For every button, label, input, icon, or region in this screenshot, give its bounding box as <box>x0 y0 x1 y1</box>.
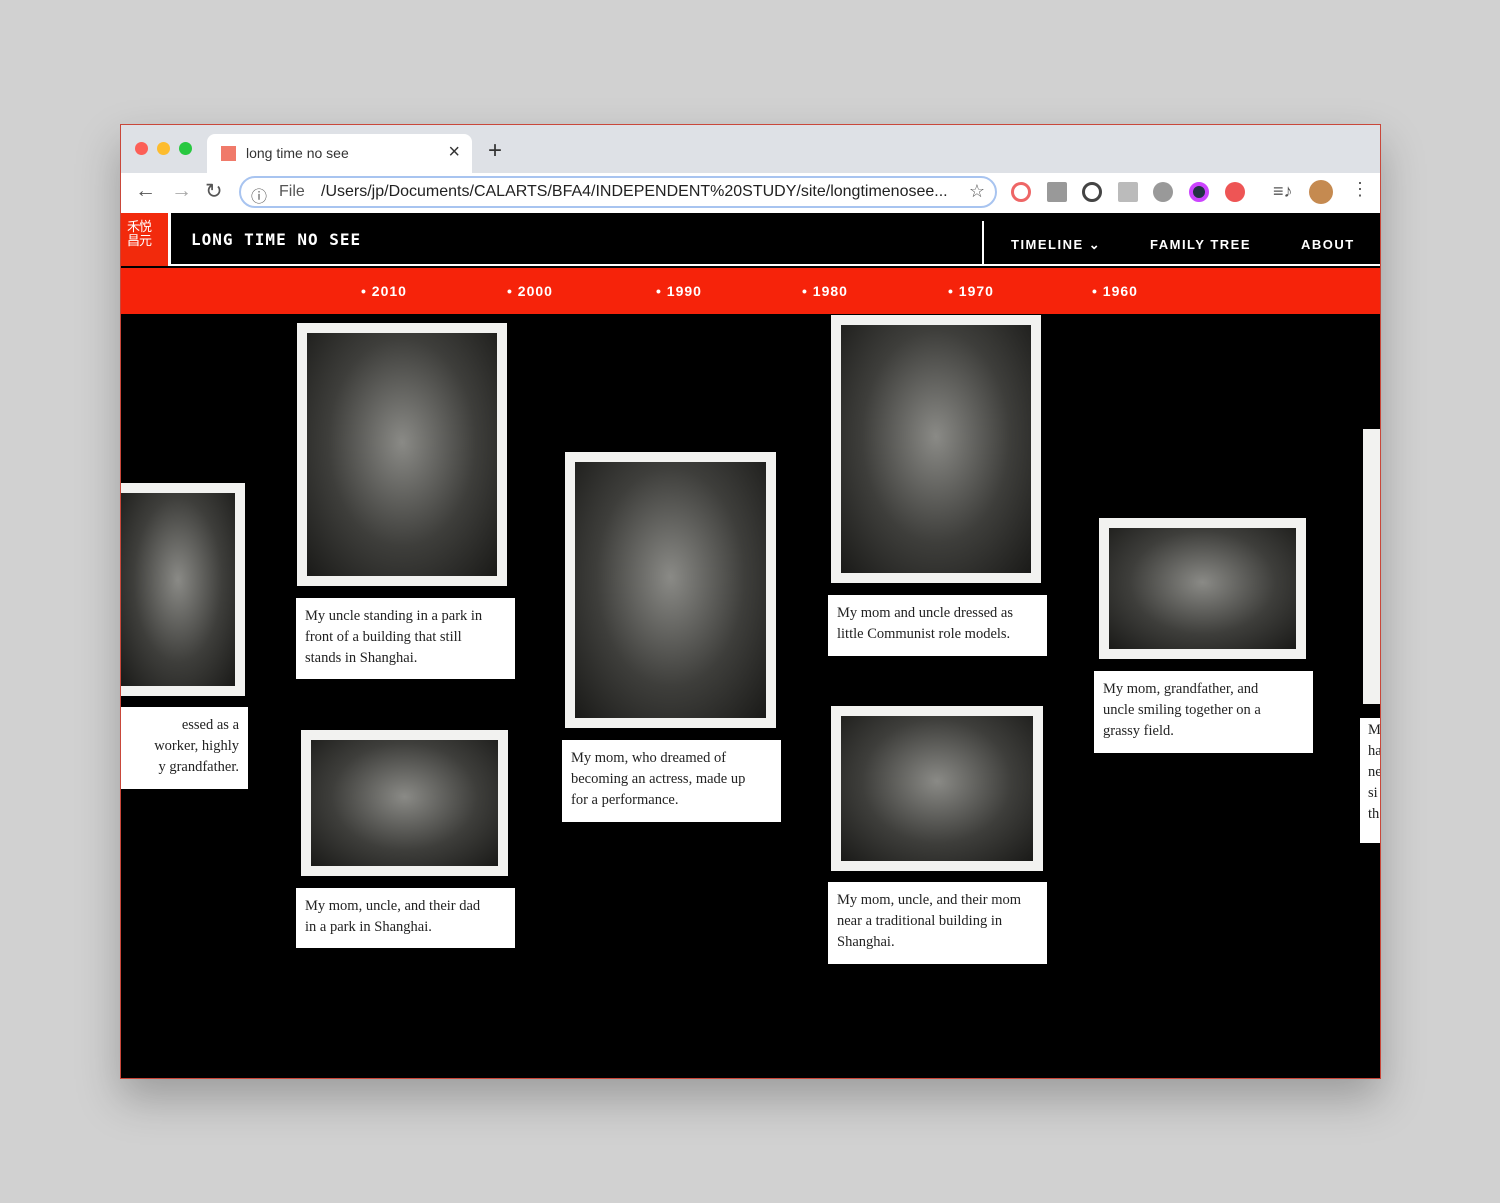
photo-caption: My mom, uncle, and their dad in a park in… <box>296 888 515 948</box>
decade-1990[interactable]: • 1990 <box>656 283 702 299</box>
decade-2010[interactable]: • 2010 <box>361 283 407 299</box>
color-picker-icon[interactable] <box>1189 182 1209 202</box>
photo[interactable] <box>831 706 1043 871</box>
nav-family-tree[interactable]: FAMILY TREE <box>1150 237 1251 252</box>
close-tab-icon[interactable]: × <box>448 141 460 164</box>
browser-tab[interactable]: long time no see × <box>207 134 472 173</box>
photo[interactable] <box>297 323 507 586</box>
extension-icon[interactable] <box>1118 182 1138 202</box>
site-title[interactable]: LONG TIME NO SEE <box>191 230 361 249</box>
photo-caption: essed as a worker, highly y grandfather. <box>121 707 248 789</box>
address-bar[interactable]: ⓘ File /Users/jp/Documents/CALARTS/BFA4/… <box>239 176 997 208</box>
divider <box>982 221 984 266</box>
decade-1970[interactable]: • 1970 <box>948 283 994 299</box>
photo[interactable] <box>121 483 245 696</box>
photo-caption: My mom and uncle dressed as little Commun… <box>828 595 1047 656</box>
photo-caption: Mha ne si th <box>1360 718 1380 843</box>
decade-nav: • 2010 • 2000 • 1990 • 1980 • 1970 • 196… <box>121 268 1380 314</box>
photo[interactable] <box>1099 518 1306 659</box>
photo[interactable] <box>301 730 508 876</box>
info-icon[interactable]: ⓘ <box>251 183 267 207</box>
photo-caption: My mom, grandfather, and uncle smiling to… <box>1094 671 1313 753</box>
new-tab-icon[interactable]: + <box>488 137 502 165</box>
decade-2000[interactable]: • 2000 <box>507 283 553 299</box>
photo-caption: My mom, who dreamed of becoming an actres… <box>562 740 781 822</box>
url-text: /Users/jp/Documents/CALARTS/BFA4/INDEPEN… <box>321 183 948 200</box>
maximize-window-button[interactable] <box>179 142 192 155</box>
photo-caption: My mom, uncle, and their mom near a tradi… <box>828 882 1047 964</box>
nav-timeline[interactable]: TIMELINE ⌄ <box>1011 237 1101 253</box>
close-window-button[interactable] <box>135 142 148 155</box>
logo[interactable]: 禾悦 昌元 <box>121 213 171 266</box>
avatar[interactable] <box>1309 180 1333 204</box>
photo[interactable] <box>1363 429 1380 704</box>
tab-bar: long time no see × + <box>121 125 1380 173</box>
tab-title: long time no see <box>246 145 349 161</box>
url-scheme: File <box>279 183 305 200</box>
extension-icon[interactable] <box>1047 182 1067 202</box>
browser-toolbar: ← → ↻ ⓘ File /Users/jp/Documents/CALARTS… <box>121 173 1380 213</box>
bookmark-star-icon[interactable]: ☆ <box>969 181 985 202</box>
reload-icon[interactable]: ↻ <box>205 179 223 204</box>
pinterest-icon[interactable] <box>1082 182 1102 202</box>
back-icon[interactable]: ← <box>135 179 156 203</box>
photo[interactable] <box>831 315 1041 583</box>
photo[interactable] <box>565 452 776 728</box>
browser-window: long time no see × + ← → ↻ ⓘ File /Users… <box>120 124 1381 1079</box>
nav-about[interactable]: ABOUT <box>1301 237 1355 252</box>
site-header: 禾悦 昌元 LONG TIME NO SEE TIMELINE ⌄ FAMILY… <box>121 213 1380 266</box>
shield-icon[interactable] <box>1225 182 1245 202</box>
media-icon[interactable]: ≡♪ <box>1273 181 1293 202</box>
decade-1960[interactable]: • 1960 <box>1092 283 1138 299</box>
menu-icon[interactable]: ⋮ <box>1351 179 1369 200</box>
extension-icon[interactable] <box>1153 182 1173 202</box>
favicon-icon <box>221 146 236 161</box>
minimize-window-button[interactable] <box>157 142 170 155</box>
photo-caption: My uncle standing in a park in front of a… <box>296 598 515 679</box>
extension-icon[interactable] <box>1011 182 1031 202</box>
forward-icon[interactable]: → <box>171 179 192 203</box>
decade-1980[interactable]: • 1980 <box>802 283 848 299</box>
